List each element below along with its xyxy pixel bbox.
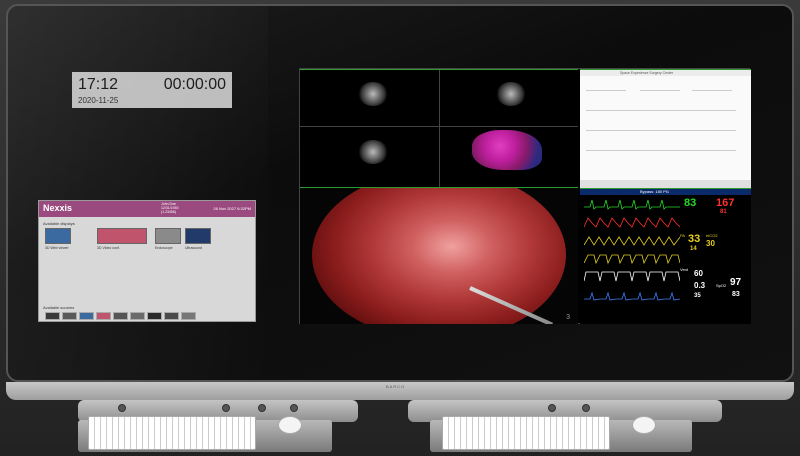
- nexxis-title: Nexxis: [43, 203, 73, 213]
- endoscope-view: [312, 188, 566, 324]
- display-thumb-1[interactable]: [45, 228, 71, 244]
- source-8[interactable]: [164, 312, 179, 320]
- display-thumb-3[interactable]: [155, 228, 181, 244]
- source-2[interactable]: [62, 312, 77, 320]
- connector-port[interactable]: [290, 404, 298, 412]
- clock-date: 2020-11-25: [78, 96, 119, 105]
- web-line: [586, 110, 736, 111]
- screen-glare: [8, 6, 268, 380]
- source-3[interactable]: [79, 312, 94, 320]
- source-5[interactable]: [113, 312, 128, 320]
- resp-pressure: 35: [694, 293, 701, 299]
- display-thumb-2[interactable]: [97, 228, 147, 244]
- vitals-header: Bypass: 180 Pt1: [580, 189, 751, 195]
- procedure-timer[interactable]: 00:00:00: [164, 76, 226, 94]
- ct-divider-h: [300, 126, 578, 127]
- ct-scan-2: [496, 82, 526, 106]
- ct-scan-3: [358, 140, 388, 164]
- nexxis-panel: Nexxis John Doe 12/31/1950 (1.23456) 26 …: [38, 200, 256, 322]
- web-record-panel[interactable]: Space Experience Surgery Center: [580, 69, 751, 188]
- main-display: Space Experience Surgery Center 3 Bypass…: [299, 68, 751, 324]
- source-4[interactable]: [96, 312, 111, 320]
- etco2-waveform: [584, 254, 680, 265]
- source-6[interactable]: [130, 312, 145, 320]
- source-9[interactable]: [181, 312, 196, 320]
- right-mouse[interactable]: [632, 416, 656, 434]
- arterial-waveform: [584, 217, 680, 228]
- liver-3d-model: [472, 130, 542, 170]
- connector-port[interactable]: [582, 404, 590, 412]
- nexxis-header: Nexxis John Doe 12/31/1950 (1.23456) 26 …: [39, 201, 255, 217]
- brand-logo: BARCO: [386, 384, 406, 389]
- web-toolbar: Space Experience Surgery Center: [580, 70, 751, 76]
- ct-scan-1: [358, 82, 388, 106]
- pa-waveform: [584, 236, 680, 246]
- web-footer: [580, 180, 751, 188]
- vent-label: Vent: [680, 267, 689, 272]
- abp-map-value: 81: [720, 209, 727, 215]
- patient-info: John Doe 12/31/1950 (1.23456): [161, 202, 191, 214]
- available-displays-label: Available displays: [43, 221, 75, 226]
- resp-tidal: 0.3: [694, 281, 706, 290]
- patient-id: (1.23456): [161, 210, 176, 214]
- left-keyboard[interactable]: [88, 416, 256, 450]
- clock-panel: 17:12 00:00:00 2020-11-25: [72, 72, 232, 108]
- resp-rate: 60: [694, 269, 703, 278]
- connector-port[interactable]: [548, 404, 556, 412]
- web-line: [586, 90, 626, 91]
- hr-value: 83: [684, 197, 697, 209]
- spo2-value: 97: [730, 277, 742, 288]
- web-line: [586, 150, 736, 151]
- abp-value: 167: [716, 197, 735, 209]
- display-thumb-4-caption: Ultrasound: [185, 246, 202, 250]
- web-line: [586, 130, 736, 131]
- pa-systolic: 33: [688, 233, 701, 245]
- vitals-header-title: Bypass: 180 Pt1: [640, 189, 670, 194]
- etco2-value: 30: [706, 239, 715, 248]
- web-title: Space Experience Surgery Center: [620, 71, 674, 75]
- etco2-label: etCO2: [706, 233, 718, 238]
- vent-waveform: [584, 271, 680, 282]
- surgical-video[interactable]: 3: [300, 188, 578, 324]
- video-channel-number: 3: [566, 314, 570, 321]
- pa-label: PA: [680, 233, 686, 238]
- source-7[interactable]: [147, 312, 162, 320]
- ct-divider-v: [439, 70, 440, 188]
- display-thumb-3-caption: Endoscope: [155, 246, 173, 250]
- pa-diastolic: 14: [690, 246, 697, 252]
- left-mouse[interactable]: [278, 416, 302, 434]
- web-line: [692, 90, 732, 91]
- connector-port[interactable]: [222, 404, 230, 412]
- ecg-waveform: [584, 199, 680, 210]
- display-thumb-4[interactable]: [185, 228, 211, 244]
- spo2-label: SpO2: [716, 283, 727, 288]
- spo2-waveform: [584, 291, 680, 301]
- source-1[interactable]: [45, 312, 60, 320]
- ct-viewer[interactable]: [300, 69, 578, 188]
- display-thumb-2-caption: 3D Video conf.: [97, 246, 120, 250]
- clock-time: 17:12: [78, 76, 119, 93]
- nexxis-date: 26 Nov 2027 6:32PM: [213, 206, 251, 211]
- right-keyboard[interactable]: [442, 416, 610, 450]
- display-thumb-1-caption: 3D Web viewer: [45, 246, 69, 250]
- available-sources-label: Available sources: [43, 305, 75, 310]
- vital-signs-monitor[interactable]: Bypass: 180 Pt1 83 167 81 PA 33 14 etCO2…: [580, 188, 751, 324]
- connector-port[interactable]: [258, 404, 266, 412]
- connector-port[interactable]: [118, 404, 126, 412]
- spo2-secondary: 83: [732, 291, 740, 298]
- web-line: [640, 90, 680, 91]
